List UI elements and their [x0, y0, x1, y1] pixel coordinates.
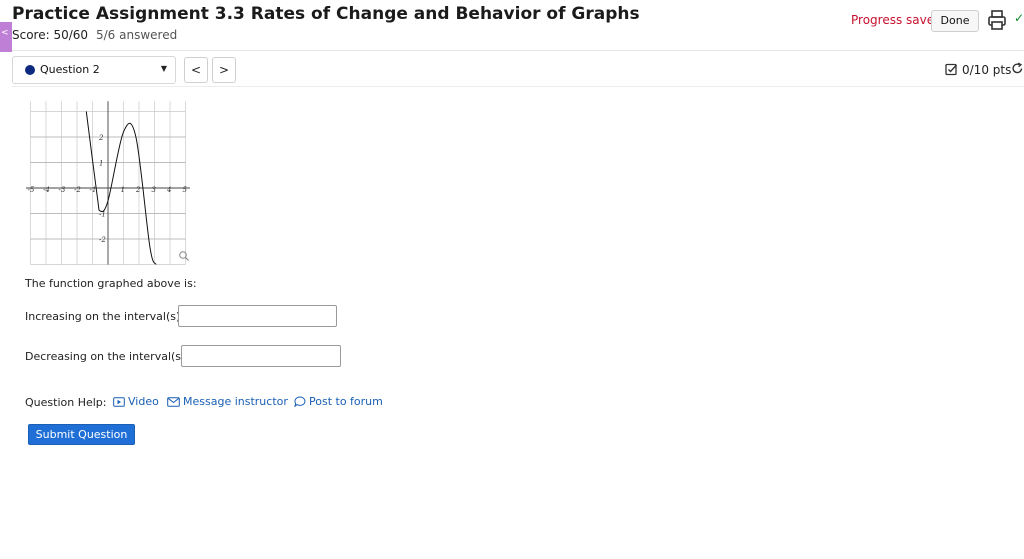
x-tick-label: 2 — [135, 186, 141, 194]
points-text: 0/10 pts — [962, 63, 1012, 77]
answered-count: 5/6 answered — [96, 28, 178, 42]
decreasing-label: Decreasing on the interval(s) — [25, 350, 186, 363]
y-tick-label: 1 — [99, 160, 103, 168]
graph-x-tick-labels: -5 -4 -3 -2 -1 1 2 3 4 5 — [28, 186, 188, 194]
forum-link-label: Post to forum — [309, 395, 383, 408]
graph-y-tick-labels: 21-1-2 — [98, 134, 106, 244]
next-question-button[interactable]: > — [212, 57, 236, 83]
magnify-icon[interactable] — [179, 251, 189, 261]
check-icon[interactable]: ✓ — [1014, 11, 1024, 25]
toolbar-divider — [12, 86, 1024, 87]
function-graph: -5 -4 -3 -2 -1 1 2 3 4 5 2 1 -1 -2 — [26, 101, 190, 265]
x-tick-label: -3 — [59, 186, 66, 194]
caret-down-icon: ▼ — [160, 64, 167, 73]
y-tick-label: 2 — [98, 134, 104, 142]
x-tick-label: 4 — [166, 186, 171, 194]
x-tick-label: 1 — [121, 186, 125, 194]
question-select-label: Question 2 — [40, 63, 100, 76]
question-status-dot — [25, 65, 35, 75]
message-instructor-link[interactable]: Message instructor — [167, 395, 288, 408]
increasing-label: Increasing on the interval(s) — [25, 310, 181, 323]
comment-icon — [294, 396, 306, 407]
video-link-label: Video — [128, 395, 159, 408]
side-panel-glyph: < — [1, 28, 9, 38]
question-help-label: Question Help: — [25, 396, 107, 409]
x-tick-label: -1 — [90, 186, 97, 194]
side-panel-toggle[interactable]: < — [0, 22, 12, 52]
retry-icon[interactable] — [1011, 62, 1024, 75]
graph-axes — [26, 101, 190, 265]
x-tick-label: -4 — [43, 186, 50, 194]
increasing-interval-input[interactable] — [178, 305, 337, 327]
progress-status: Progress saved — [851, 13, 942, 27]
x-tick-label: 3 — [152, 186, 157, 194]
mail-icon — [167, 396, 180, 407]
checkbox-icon — [945, 63, 958, 76]
page-title: Practice Assignment 3.3 Rates of Change … — [12, 4, 640, 24]
submit-question-button[interactable]: Submit Question — [28, 424, 135, 445]
question-select[interactable]: Question 2 ▼ — [12, 56, 176, 84]
printer-icon[interactable] — [987, 9, 1007, 31]
x-tick-label: -2 — [74, 186, 81, 194]
header-divider — [12, 50, 1024, 51]
x-tick-label: 5 — [183, 186, 188, 194]
video-link[interactable]: Video — [113, 395, 159, 408]
score-text: Score: 50/60 — [12, 28, 89, 42]
question-prompt: The function graphed above is: — [25, 277, 197, 290]
done-button[interactable]: Done — [931, 10, 979, 32]
message-link-label: Message instructor — [183, 395, 288, 408]
y-tick-label: -2 — [99, 236, 106, 244]
post-to-forum-link[interactable]: Post to forum — [294, 395, 383, 408]
x-tick-label: -5 — [28, 186, 35, 194]
decreasing-interval-input[interactable] — [181, 345, 341, 367]
video-icon — [113, 396, 125, 407]
previous-question-button[interactable]: < — [184, 57, 208, 83]
